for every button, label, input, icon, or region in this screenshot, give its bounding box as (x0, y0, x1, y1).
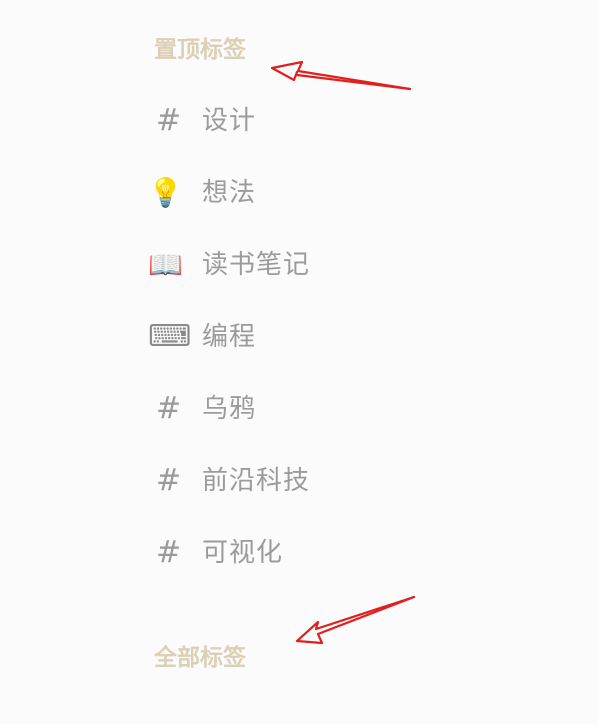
keyboard-icon: ⌨ (148, 319, 192, 354)
tag-item-frontier-tech[interactable]: # 前沿科技 (148, 459, 408, 503)
hash-icon: # (156, 391, 182, 426)
pinned-tags-title: 置顶标签 (154, 37, 246, 63)
tag-item-programming[interactable]: ⌨ 编程 (148, 315, 408, 359)
tag-label: 想法 (202, 178, 257, 208)
hash-icon: # (156, 103, 182, 138)
tag-label: 设计 (202, 106, 257, 136)
annotation-arrow-bottom (295, 595, 416, 645)
annotation-arrow-top (270, 60, 412, 91)
tag-item-reading-notes[interactable]: 📖 读书笔记 (148, 243, 408, 287)
tag-label: 可视化 (202, 538, 284, 568)
tag-label: 前沿科技 (202, 466, 311, 496)
tag-item-design[interactable]: # 设计 (148, 99, 408, 143)
tag-label: 读书笔记 (202, 250, 311, 280)
tag-item-visualization[interactable]: # 可视化 (148, 531, 408, 575)
tag-item-crow[interactable]: # 乌鸦 (148, 387, 408, 431)
all-tags-title: 全部标签 (154, 645, 246, 671)
book-icon: 📖 (148, 248, 183, 281)
tag-label: 乌鸦 (202, 394, 257, 424)
tag-label: 编程 (202, 322, 257, 352)
tag-item-ideas[interactable]: 💡 想法 (148, 171, 408, 215)
hash-icon: # (156, 463, 182, 498)
hash-icon: # (156, 535, 182, 570)
lightbulb-icon: 💡 (148, 176, 183, 209)
